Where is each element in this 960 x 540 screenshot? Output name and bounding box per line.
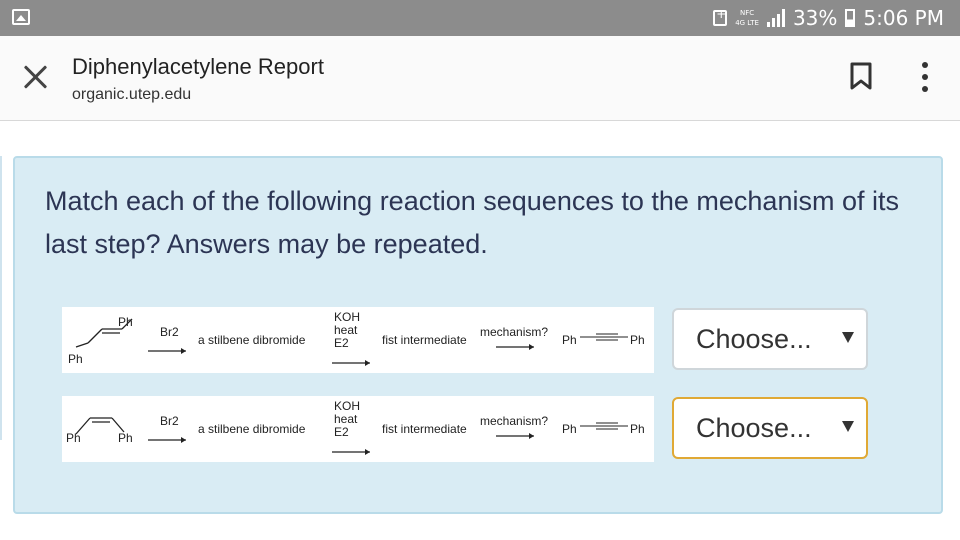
app-bar: Diphenylacetylene Report organic.utep.ed… [0, 36, 960, 121]
more-options-icon[interactable] [918, 62, 932, 92]
nfc-label: NFC [740, 9, 755, 17]
battery-icon [845, 9, 856, 27]
alkene-structure-2: Ph Ph [66, 417, 133, 445]
dropdown-arrow-icon [842, 421, 854, 432]
status-icons: NFC 4G LTE 33% 5:06 PM [713, 0, 944, 36]
reagent-mechanism: mechanism? [480, 325, 548, 339]
product-right: Ph [630, 333, 645, 347]
select-value: Choose... [696, 324, 812, 354]
question-card: Match each of the following reaction seq… [13, 156, 943, 514]
medical-notification-icon [713, 7, 728, 26]
clock: 5:06 PM [863, 6, 944, 30]
product-diphenylacetylene-1: Ph Ph [562, 333, 645, 347]
mechanism-select-2[interactable]: Choose... [672, 397, 868, 459]
battery-percent: 33% [792, 6, 838, 30]
left-edge-strip [0, 156, 2, 440]
alkene-structure-1: Ph Ph [68, 315, 133, 366]
bookmark-icon[interactable] [850, 62, 872, 90]
gallery-notification-icon [12, 9, 30, 25]
select-value: Choose... [696, 413, 812, 443]
product-left: Ph [562, 333, 577, 347]
intermediate-dibromide: a stilbene dibromide [198, 422, 306, 436]
reagent-koh: KOH [334, 310, 360, 324]
product-left: Ph [562, 422, 577, 436]
substituent-bottom-left: Ph [68, 352, 83, 366]
close-icon[interactable] [22, 64, 48, 90]
page-domain: organic.utep.edu [72, 86, 192, 103]
question-text: Match each of the following reaction seq… [45, 186, 899, 259]
dropdown-arrow-icon [842, 332, 854, 343]
reaction-sequence-2: Ph Ph Br2 a stilbene dibromide KOH heat … [62, 396, 654, 462]
substituent-bottom-left: Ph [66, 431, 81, 445]
reaction-sequence-1: Ph Ph Br2 a stilbene dibromide KOH heat … [62, 307, 654, 373]
intermediate-first: fist intermediate [382, 333, 467, 347]
substituent-top: Ph [118, 315, 133, 329]
mechanism-select-1[interactable]: Choose... [672, 308, 868, 370]
page-title: Diphenylacetylene Report [72, 54, 324, 79]
reagent-mechanism: mechanism? [480, 414, 548, 428]
status-bar: NFC 4G LTE 33% 5:06 PM [0, 0, 960, 36]
reagent-koh: KOH [334, 399, 360, 413]
intermediate-first: fist intermediate [382, 422, 467, 436]
signal-icon [766, 9, 785, 27]
reagent-heat: heat [334, 323, 358, 337]
lte-label: 4G LTE [735, 19, 759, 27]
reagent-br2: Br2 [160, 325, 179, 339]
intermediate-dibromide: a stilbene dibromide [198, 333, 306, 347]
reagent-br2: Br2 [160, 414, 179, 428]
substituent-bottom-right: Ph [118, 431, 133, 445]
product-right: Ph [630, 422, 645, 436]
reagent-e2: E2 [334, 336, 349, 350]
reagent-e2: E2 [334, 425, 349, 439]
reagent-heat: heat [334, 412, 358, 426]
nfc-lte-icon: NFC 4G LTE [735, 8, 759, 28]
product-diphenylacetylene-2: Ph Ph [562, 422, 645, 436]
